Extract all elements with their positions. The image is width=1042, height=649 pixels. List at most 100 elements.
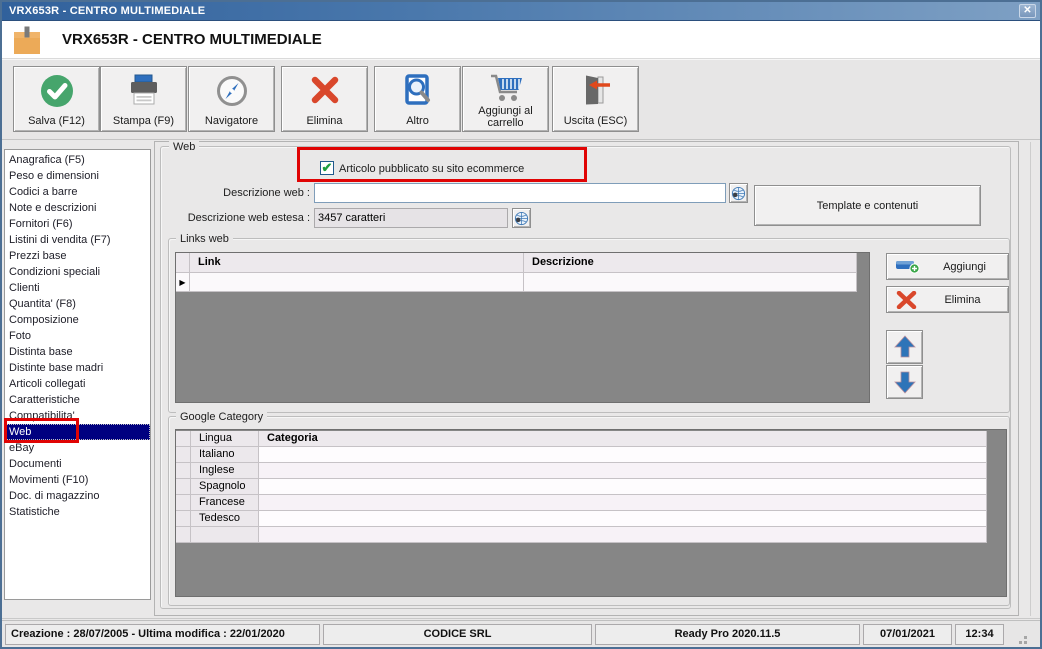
sidebar-item-doc-magazzino[interactable]: Doc. di magazzino: [5, 488, 150, 504]
move-up-button[interactable]: [886, 330, 923, 364]
descrizione-web-label: Descrizione web :: [223, 187, 310, 199]
descrizione-web-input[interactable]: [314, 183, 726, 203]
links-column-descrizione[interactable]: Descrizione: [524, 253, 857, 273]
gc-header-selector: [176, 431, 191, 447]
table-row: Tedesco: [176, 511, 987, 527]
links-header-selector: [176, 253, 190, 273]
google-category-table: Lingua Categoria Italiano Inglese Spagno…: [176, 431, 987, 543]
row-selector-cell: [176, 527, 191, 543]
exit-door-icon: [579, 73, 613, 107]
lingua-cell: Tedesco: [191, 511, 259, 527]
descrizione-cell[interactable]: [524, 273, 857, 292]
sidebar-item-foto[interactable]: Foto: [5, 328, 150, 344]
sidebar-item-condizioni[interactable]: Condizioni speciali: [5, 264, 150, 280]
gc-column-lingua[interactable]: Lingua: [191, 431, 259, 447]
globe-icon: [731, 186, 746, 200]
categoria-cell[interactable]: [259, 463, 987, 479]
categoria-cell[interactable]: [259, 447, 987, 463]
book-magnifier-icon: [400, 73, 436, 107]
sidebar-item-distinta-base[interactable]: Distinta base: [5, 344, 150, 360]
status-creation-modified: Creazione : 28/07/2005 - Ultima modifica…: [5, 624, 320, 645]
links-column-link[interactable]: Link: [190, 253, 524, 273]
status-app-version: Ready Pro 2020.11.5: [595, 624, 860, 645]
sidebar-item-anagrafica[interactable]: Anagrafica (F5): [5, 152, 150, 168]
categoria-cell[interactable]: [259, 511, 987, 527]
lingua-cell: Inglese: [191, 463, 259, 479]
sidebar-item-note[interactable]: Note e descrizioni: [5, 200, 150, 216]
links-web-table: Link Descrizione ▶: [176, 253, 857, 292]
add-icon: [896, 261, 920, 274]
sidebar-item-statistiche[interactable]: Statistiche: [5, 504, 150, 520]
row-selector-cell: ▶: [176, 273, 190, 292]
salva-button[interactable]: Salva (F12): [13, 66, 100, 132]
gc-column-categoria[interactable]: Categoria: [259, 431, 987, 447]
panel-divider: [1030, 142, 1031, 616]
lingua-cell: Francese: [191, 495, 259, 511]
titlebar: VRX653R - CENTRO MULTIMEDIALE: [2, 2, 1040, 21]
categoria-cell[interactable]: [259, 479, 987, 495]
lingua-cell: Italiano: [191, 447, 259, 463]
compass-icon: [214, 73, 250, 109]
stampa-button[interactable]: Stampa (F9): [100, 66, 187, 132]
links-web-header-row: Link Descrizione: [176, 253, 857, 273]
web-group-label: Web: [169, 141, 200, 153]
delete-x-icon: [896, 290, 917, 309]
package-icon: [14, 26, 40, 54]
titlebar-title: VRX653R - CENTRO MULTIMEDIALE: [9, 5, 206, 17]
table-row: Italiano: [176, 447, 987, 463]
row-selector-cell: [176, 479, 191, 495]
sidebar-item-movimenti[interactable]: Movimenti (F10): [5, 472, 150, 488]
move-down-button[interactable]: [886, 365, 923, 399]
navigatore-button[interactable]: Navigatore: [188, 66, 275, 132]
shopping-cart-icon: [486, 73, 526, 105]
sidebar-item-composizione[interactable]: Composizione: [5, 312, 150, 328]
sidebar-item-quantita[interactable]: Quantita' (F8): [5, 296, 150, 312]
sidebar-item-distinte-madri[interactable]: Distinte base madri: [5, 360, 150, 376]
aggiungi-carrello-button[interactable]: Aggiungi al carrello: [462, 66, 549, 132]
row-selector-cell: [176, 511, 191, 527]
template-contenuti-button[interactable]: Template e contenuti: [754, 185, 981, 226]
aggiungi-link-label: Aggiungi: [943, 260, 986, 273]
elimina-toolbar-button[interactable]: Elimina: [281, 66, 368, 132]
page-title: VRX653R - CENTRO MULTIMEDIALE: [62, 31, 322, 48]
uscita-button[interactable]: Uscita (ESC): [552, 66, 639, 132]
printer-icon: [126, 73, 162, 107]
globe-icon: [514, 211, 529, 225]
lingua-cell: [191, 527, 259, 543]
categoria-cell[interactable]: [259, 527, 987, 543]
descrizione-estesa-globe-button[interactable]: [512, 208, 531, 228]
lingua-cell: Spagnolo: [191, 479, 259, 495]
google-category-group-label: Google Category: [176, 411, 268, 423]
link-cell[interactable]: [190, 273, 524, 292]
google-category-header-row: Lingua Categoria: [176, 431, 987, 447]
sidebar-item-clienti[interactable]: Clienti: [5, 280, 150, 296]
sidebar-item-articoli-collegati[interactable]: Articoli collegati: [5, 376, 150, 392]
altro-button[interactable]: Altro: [374, 66, 461, 132]
sidebar-item-codici-barre[interactable]: Codici a barre: [5, 184, 150, 200]
sidebar-item-fornitori[interactable]: Fornitori (F6): [5, 216, 150, 232]
close-icon[interactable]: ✕: [1019, 4, 1036, 18]
sidebar-item-peso[interactable]: Peso e dimensioni: [5, 168, 150, 184]
annotation-rectangle-web-item: [4, 418, 79, 443]
table-row: Spagnolo: [176, 479, 987, 495]
table-row: Francese: [176, 495, 987, 511]
arrow-up-icon: [893, 335, 916, 358]
descrizione-estesa-field: 3457 caratteri: [314, 208, 508, 228]
table-row: Inglese: [176, 463, 987, 479]
elimina-link-button[interactable]: Elimina: [886, 286, 1009, 313]
sidebar-item-documenti[interactable]: Documenti: [5, 456, 150, 472]
elimina-link-label: Elimina: [944, 293, 981, 306]
status-company: CODICE SRL: [323, 624, 592, 645]
resize-grip[interactable]: [1024, 636, 1027, 639]
sidebar-item-caratteristiche[interactable]: Caratteristiche: [5, 392, 150, 408]
row-selector-cell: [176, 495, 191, 511]
descrizione-web-globe-button[interactable]: [729, 183, 748, 203]
row-selector-cell: [176, 447, 191, 463]
table-row: ▶: [176, 273, 857, 292]
categoria-cell[interactable]: [259, 495, 987, 511]
sidebar-item-prezzi-base[interactable]: Prezzi base: [5, 248, 150, 264]
descrizione-estesa-label: Descrizione web estesa :: [187, 212, 310, 224]
table-row: [176, 527, 987, 543]
sidebar-item-listini[interactable]: Listini di vendita (F7): [5, 232, 150, 248]
aggiungi-link-button[interactable]: Aggiungi: [886, 253, 1009, 280]
